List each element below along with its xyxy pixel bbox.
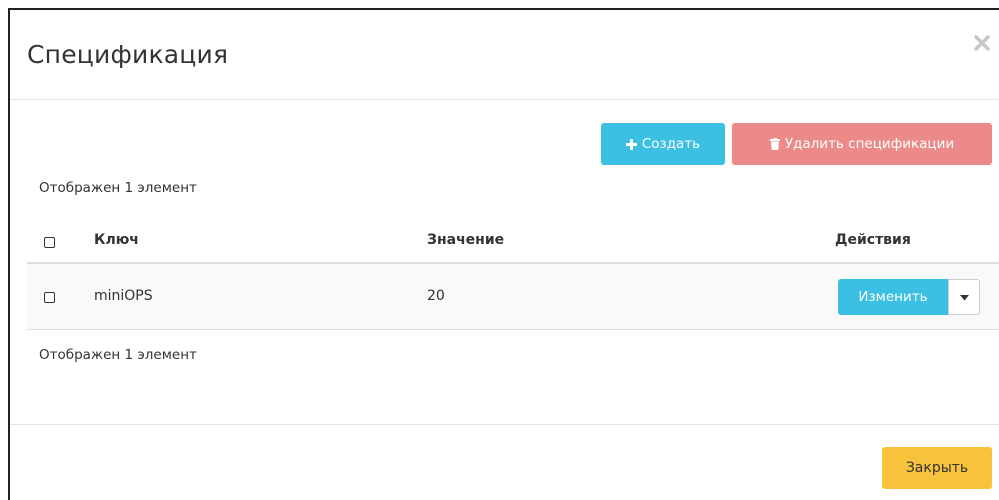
modal-header: Спецификация	[10, 10, 999, 100]
row-checkbox[interactable]	[44, 292, 55, 303]
delete-specs-button[interactable]: Удалить спецификации	[732, 123, 992, 165]
plus-icon	[625, 138, 637, 150]
caret-down-icon	[959, 289, 969, 305]
close-button-label: Закрыть	[905, 460, 969, 476]
table-header-row: Ключ Значение Действия	[27, 220, 999, 264]
column-header-key: Ключ	[94, 232, 139, 248]
create-button-label: Создать	[641, 136, 701, 152]
row-key: miniOPS	[94, 288, 153, 304]
spec-modal: Спецификация Создать Удалить спецификаци…	[8, 8, 999, 500]
create-button[interactable]: Создать	[601, 123, 725, 165]
item-count-top: Отображен 1 элемент	[39, 180, 197, 196]
table-row: miniOPS 20 Изменить	[27, 264, 999, 330]
trash-icon	[769, 138, 780, 150]
column-header-value: Значение	[427, 232, 505, 248]
close-icon[interactable]	[971, 32, 993, 54]
row-actions-dropdown[interactable]	[948, 279, 980, 315]
row-value: 20	[427, 288, 445, 304]
modal-title: Спецификация	[27, 40, 229, 69]
edit-button-label: Изменить	[858, 289, 928, 305]
column-header-actions: Действия	[835, 232, 911, 248]
edit-button[interactable]: Изменить	[838, 279, 948, 315]
modal-footer-divider	[10, 424, 999, 425]
select-all-checkbox[interactable]	[44, 237, 55, 248]
close-button[interactable]: Закрыть	[882, 447, 992, 489]
delete-specs-button-label: Удалить спецификации	[784, 136, 955, 152]
item-count-bottom: Отображен 1 элемент	[39, 347, 197, 363]
